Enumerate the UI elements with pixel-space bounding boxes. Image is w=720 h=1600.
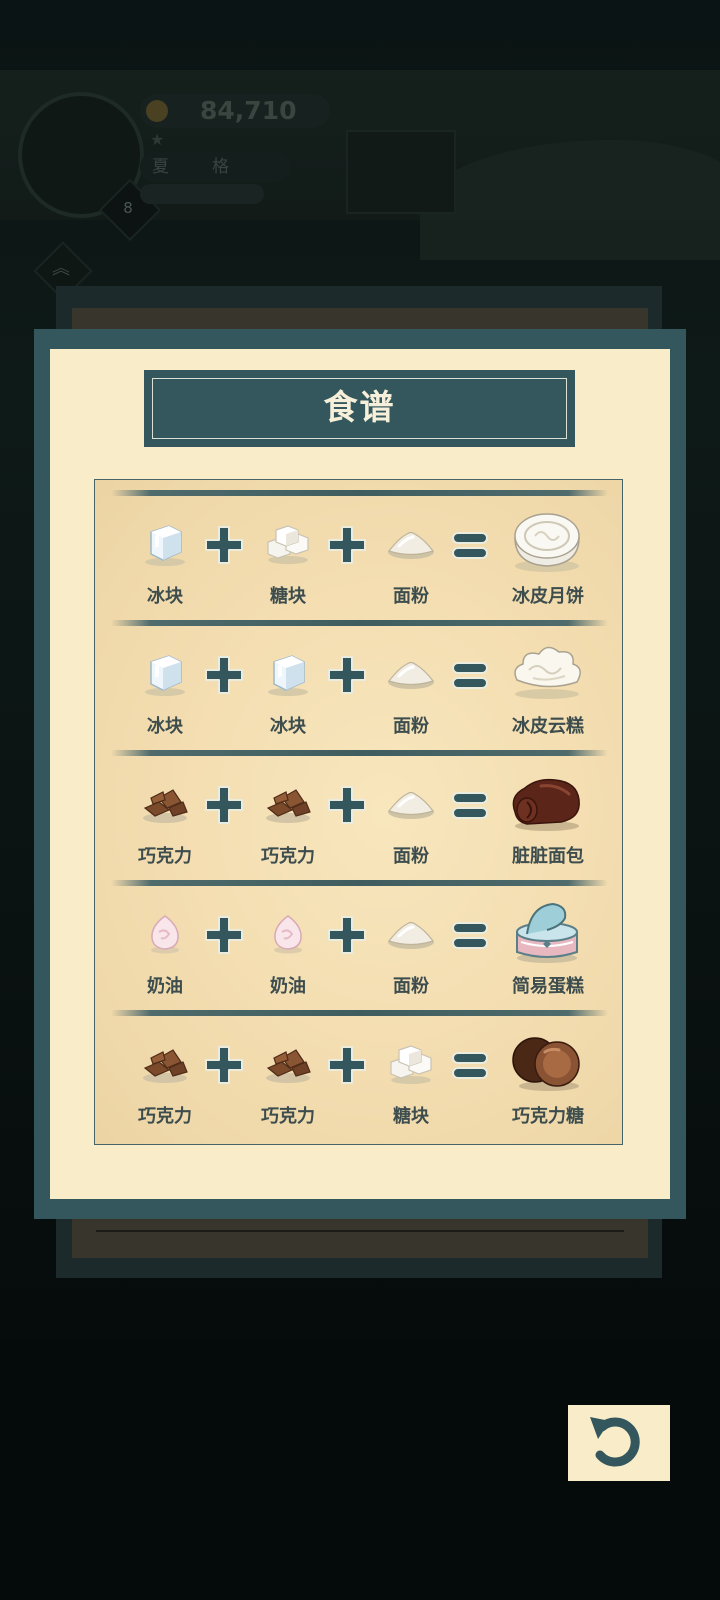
equals-icon bbox=[449, 654, 491, 696]
chocolate-pieces-icon bbox=[262, 1036, 314, 1088]
background-sign bbox=[346, 130, 456, 214]
result-label: 冰皮云糕 bbox=[512, 716, 584, 737]
sub-bar bbox=[140, 184, 264, 204]
row-divider bbox=[111, 620, 608, 626]
ingredient: 面粉 bbox=[361, 502, 461, 612]
back-button[interactable] bbox=[568, 1405, 670, 1481]
snowskin-cloud-cake-icon bbox=[507, 636, 587, 706]
ingredient-label: 巧克力 bbox=[138, 846, 192, 867]
ice-cube-icon bbox=[262, 646, 314, 698]
ingredient: 糖块 bbox=[361, 1022, 461, 1132]
plus-icon bbox=[203, 1044, 245, 1086]
ingredient-label: 冰块 bbox=[147, 586, 183, 607]
ingredient-label: 面粉 bbox=[393, 716, 429, 737]
result-label: 巧克力糖 bbox=[512, 1106, 584, 1127]
ingredient-label: 面粉 bbox=[393, 586, 429, 607]
row-divider bbox=[111, 880, 608, 886]
equals-icon bbox=[449, 1044, 491, 1086]
plus-icon bbox=[326, 914, 368, 956]
ingredient-label: 奶油 bbox=[147, 976, 183, 997]
simple-cake-icon bbox=[507, 896, 587, 966]
chevron-up-icon: ︽ bbox=[52, 258, 70, 279]
ingredient: 冰块 bbox=[115, 502, 215, 612]
recipe-row: 巧克力 巧克力 糖块 巧克力糖 bbox=[95, 1022, 624, 1132]
ice-cube-icon bbox=[139, 646, 191, 698]
chocolate-pieces-icon bbox=[262, 776, 314, 828]
plus-icon bbox=[326, 654, 368, 696]
ingredient: 巧克力 bbox=[238, 762, 338, 872]
plus-icon bbox=[203, 524, 245, 566]
result-label: 脏脏面包 bbox=[512, 846, 584, 867]
ice-cube-icon bbox=[139, 516, 191, 568]
ingredient: 冰块 bbox=[238, 632, 338, 742]
plus-icon bbox=[203, 654, 245, 696]
plus-icon bbox=[203, 914, 245, 956]
pill-right: 格 bbox=[212, 157, 229, 177]
ingredient-label: 面粉 bbox=[393, 846, 429, 867]
snowskin-mooncake-icon bbox=[507, 506, 587, 576]
ingredient: 糖块 bbox=[238, 502, 338, 612]
sugar-cube-icon bbox=[262, 516, 314, 568]
cream-icon bbox=[139, 906, 191, 958]
ingredient-label: 面粉 bbox=[393, 976, 429, 997]
ingredient-label: 巧克力 bbox=[261, 846, 315, 867]
equals-icon bbox=[449, 914, 491, 956]
ingredient: 面粉 bbox=[361, 632, 461, 742]
recipe-list: 冰块 糖块 面粉 冰皮月饼 冰块 冰块 面粉 冰皮云糕 巧克力 巧克力 面粉 脏… bbox=[94, 479, 623, 1145]
coin-count: 84,710 bbox=[200, 96, 297, 125]
recipe-result: 简易蛋糕 bbox=[493, 892, 603, 1002]
plus-icon bbox=[326, 1044, 368, 1086]
equals-icon bbox=[449, 524, 491, 566]
recipe-result: 巧克力糖 bbox=[493, 1022, 603, 1132]
flour-pile-icon bbox=[385, 516, 437, 568]
background-panel-divider bbox=[96, 1230, 624, 1232]
plus-icon bbox=[326, 784, 368, 826]
recipe-result: 冰皮云糕 bbox=[493, 632, 603, 742]
ingredient: 冰块 bbox=[115, 632, 215, 742]
flour-pile-icon bbox=[385, 906, 437, 958]
chocolate-pieces-icon bbox=[139, 776, 191, 828]
ingredient: 巧克力 bbox=[115, 762, 215, 872]
coin-icon bbox=[146, 100, 168, 122]
ingredient-label: 糖块 bbox=[393, 1106, 429, 1127]
ingredient: 奶油 bbox=[238, 892, 338, 1002]
recipe-row: 奶油 奶油 面粉 简易蛋糕 bbox=[95, 892, 624, 1002]
plus-icon bbox=[326, 524, 368, 566]
recipe-result: 冰皮月饼 bbox=[493, 502, 603, 612]
ingredient: 面粉 bbox=[361, 762, 461, 872]
row-divider bbox=[111, 750, 608, 756]
result-label: 简易蛋糕 bbox=[512, 976, 584, 997]
modal-title: 食谱 bbox=[152, 378, 567, 439]
star-icon: ★ bbox=[150, 130, 165, 149]
ingredient: 奶油 bbox=[115, 892, 215, 1002]
row-divider bbox=[111, 1010, 608, 1016]
plus-icon bbox=[203, 784, 245, 826]
cream-icon bbox=[262, 906, 314, 958]
recipe-result: 脏脏面包 bbox=[493, 762, 603, 872]
chocolate-pieces-icon bbox=[139, 1036, 191, 1088]
flour-pile-icon bbox=[385, 646, 437, 698]
ingredient-label: 糖块 bbox=[270, 586, 306, 607]
recipe-row: 冰块 冰块 面粉 冰皮云糕 bbox=[95, 632, 624, 742]
ingredient: 巧克力 bbox=[115, 1022, 215, 1132]
sugar-cube-icon bbox=[385, 1036, 437, 1088]
ingredient-label: 奶油 bbox=[270, 976, 306, 997]
recipe-row: 巧克力 巧克力 面粉 脏脏面包 bbox=[95, 762, 624, 872]
recipe-row: 冰块 糖块 面粉 冰皮月饼 bbox=[95, 502, 624, 612]
ingredient-label: 巧克力 bbox=[261, 1106, 315, 1127]
flour-pile-icon bbox=[385, 776, 437, 828]
pill-left: 夏 bbox=[152, 157, 169, 177]
ingredient-label: 冰块 bbox=[147, 716, 183, 737]
ingredient-label: 冰块 bbox=[270, 716, 306, 737]
ingredient: 巧克力 bbox=[238, 1022, 338, 1132]
equals-icon bbox=[449, 784, 491, 826]
ingredient-label: 巧克力 bbox=[138, 1106, 192, 1127]
undo-arrow-icon bbox=[590, 1417, 640, 1467]
dirty-bread-icon bbox=[507, 766, 587, 836]
chocolate-candy-icon bbox=[507, 1026, 587, 1096]
ingredient: 面粉 bbox=[361, 892, 461, 1002]
result-label: 冰皮月饼 bbox=[512, 586, 584, 607]
row-divider bbox=[111, 490, 608, 496]
